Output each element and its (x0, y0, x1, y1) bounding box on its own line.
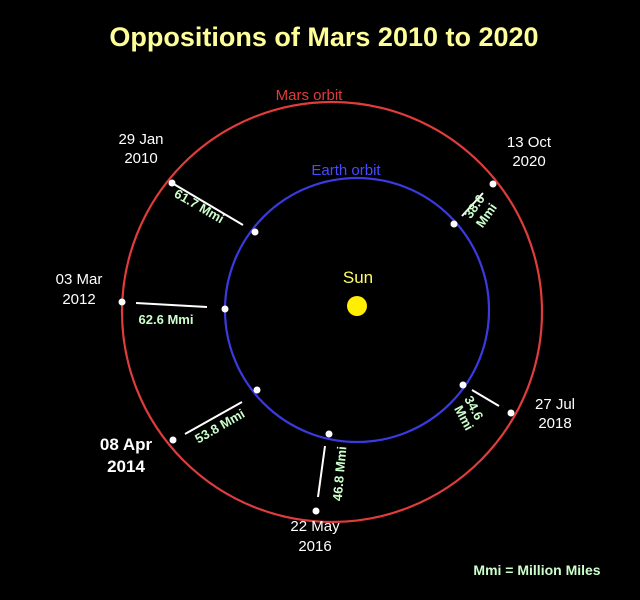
date-label: 22 May (290, 518, 340, 535)
year-label: 2016 (298, 538, 331, 555)
mars-oppositions-diagram: Oppositions of Mars 2010 to 2020 Mars or… (0, 0, 640, 600)
earth-position-marker (221, 305, 229, 313)
sun-label: Sun (343, 268, 373, 287)
date-label: 08 Apr (100, 435, 153, 454)
units-legend: Mmi = Million Miles (473, 562, 600, 578)
date-label: 29 Jan (118, 131, 163, 148)
earth-position-marker (253, 386, 261, 394)
earth-position-marker (459, 381, 467, 389)
date-label: 13 Oct (507, 134, 552, 151)
mars-position-marker (168, 179, 176, 187)
diagram-stage: Oppositions of Mars 2010 to 2020 Mars or… (0, 0, 640, 600)
diagram-title: Oppositions of Mars 2010 to 2020 (109, 22, 538, 52)
earth-position-marker (251, 228, 259, 236)
mars-position-marker (489, 180, 497, 188)
earth-position-marker (325, 430, 333, 438)
mars-position-marker (507, 409, 515, 417)
year-label: 2018 (538, 415, 571, 432)
year-label: 2020 (512, 153, 545, 170)
sun (347, 296, 367, 316)
year-label: 2014 (107, 457, 145, 476)
mars-position-marker (118, 298, 126, 306)
year-label: 2010 (124, 150, 157, 167)
earth-orbit-label: Earth orbit (311, 162, 381, 179)
date-label: 27 Jul (535, 396, 575, 413)
mars-position-marker (169, 436, 177, 444)
mars-position-marker (312, 507, 320, 515)
date-label: 03 Mar (56, 271, 103, 288)
earth-position-marker (450, 220, 458, 228)
distance-label: 62.6 Mmi (139, 312, 194, 327)
year-label: 2012 (62, 291, 95, 308)
mars-orbit-label: Mars orbit (276, 87, 344, 104)
